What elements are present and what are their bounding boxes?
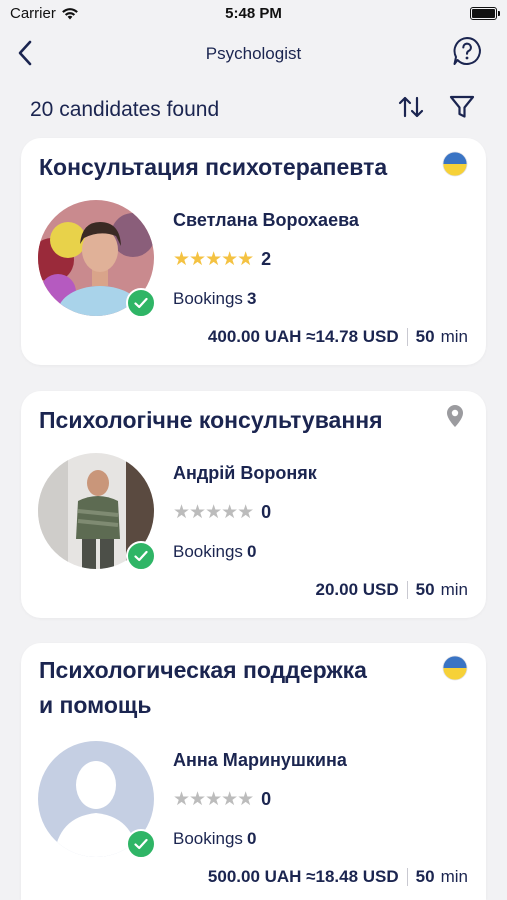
filter-button[interactable]	[447, 92, 477, 122]
price-row: 500.00 UAH ≈18.48 USD 50 min	[208, 867, 468, 887]
divider	[406, 868, 408, 886]
specialist-name: Андрій Вороняк	[173, 463, 317, 483]
specialist-name: Анна Маринушкина	[173, 750, 347, 770]
price-row: 400.00 UAH ≈14.78 USD 50 min	[208, 327, 468, 347]
star-rating: ★★★★★	[173, 501, 254, 523]
service-title: Консультация психотерапевта	[39, 154, 388, 180]
review-count: 2	[261, 249, 272, 269]
specialist-name: Светлана Ворохаева	[173, 210, 359, 230]
ukraine-flag-icon	[442, 655, 468, 681]
help-question-icon	[453, 37, 481, 65]
checkmark-icon	[134, 838, 148, 850]
price: 400.00 UAH ≈14.78 USD	[207, 327, 399, 346]
review-count: 0	[261, 502, 272, 522]
bookings-label: Bookings	[173, 289, 243, 308]
divider	[406, 328, 408, 346]
avatar	[38, 200, 156, 318]
rating: ★★★★★ 0	[173, 789, 271, 810]
verified-badge	[126, 829, 156, 859]
filter-funnel-icon	[449, 95, 475, 118]
price-row: 20.00 USD 50 min	[315, 580, 468, 600]
session-duration: 50	[415, 867, 435, 886]
location-pin-icon	[442, 403, 468, 429]
bookings-count: 0	[246, 542, 257, 561]
candidate-card[interactable]: Психологическая поддержка и помощь Анна …	[21, 643, 486, 900]
bookings: Bookings 0	[173, 829, 256, 849]
bookings: Bookings 0	[173, 542, 256, 562]
checkmark-icon	[134, 297, 148, 309]
duration-unit: min	[440, 327, 468, 346]
candidate-card[interactable]: Консультация психотерапевта Светлана Вор…	[21, 138, 486, 365]
verified-badge	[126, 541, 156, 571]
battery-icon	[470, 7, 500, 20]
verified-badge	[126, 288, 156, 318]
checkmark-icon	[134, 550, 148, 562]
candidate-card[interactable]: Психологічне консультування Андрій Ворон…	[21, 391, 486, 618]
avatar	[38, 741, 156, 859]
star-rating: ★★★★★	[173, 248, 254, 270]
bookings-label: Bookings	[173, 542, 243, 561]
session-duration: 50	[415, 327, 435, 346]
duration-unit: min	[440, 580, 468, 599]
help-button[interactable]	[451, 35, 483, 67]
service-title: Психологічне консультування	[39, 407, 383, 433]
page-title: Psychologist	[205, 44, 302, 63]
duration-unit: min	[440, 867, 468, 886]
bookings-label: Bookings	[173, 829, 243, 848]
price: 20.00 USD	[315, 580, 399, 599]
sort-button[interactable]	[396, 92, 426, 122]
status-time: 5:48 PM	[225, 5, 282, 22]
service-title-line: и помощь	[39, 692, 152, 718]
bookings-count: 3	[246, 289, 257, 308]
service-title-line: Психологическая поддержка	[39, 657, 367, 683]
session-duration: 50	[415, 580, 435, 599]
avatar	[38, 453, 156, 571]
service-title: Психологическая поддержка и помощь	[39, 653, 367, 723]
sort-arrows-icon	[398, 96, 424, 118]
divider	[406, 581, 408, 599]
bookings-count: 0	[246, 829, 257, 848]
review-count: 0	[261, 789, 272, 809]
price: 500.00 UAH ≈18.48 USD	[207, 867, 399, 886]
rating: ★★★★★ 0	[173, 502, 271, 523]
results-count: 20 candidates found	[30, 98, 220, 121]
rating: ★★★★★ 2	[173, 249, 271, 270]
bookings: Bookings 3	[173, 289, 256, 309]
status-bar: Carrier 5:48 PM	[0, 0, 507, 30]
star-rating: ★★★★★	[173, 788, 254, 810]
ukraine-flag-icon	[442, 151, 468, 177]
